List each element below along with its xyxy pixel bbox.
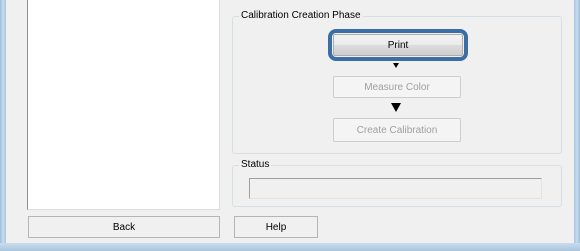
- create-calibration-button-label: Create Calibration: [356, 124, 438, 136]
- window-frame-bottom: [0, 243, 580, 251]
- window-frame-left: [0, 0, 6, 251]
- left-list-pane[interactable]: [27, 0, 220, 210]
- window-frame-right: [574, 0, 580, 251]
- back-button-label: Back: [112, 221, 136, 233]
- measure-color-button-label: Measure Color: [364, 81, 430, 93]
- status-title: Status: [239, 159, 272, 171]
- arrow-down-icon: [393, 63, 399, 68]
- measure-color-button[interactable]: Measure Color: [333, 76, 461, 98]
- status-field: [249, 178, 542, 199]
- back-button[interactable]: Back: [28, 216, 220, 238]
- help-button[interactable]: Help: [234, 216, 318, 238]
- create-calibration-button[interactable]: Create Calibration: [333, 118, 461, 142]
- help-button-label: Help: [265, 221, 287, 233]
- print-button[interactable]: Print: [333, 34, 463, 56]
- calibration-phase-title: Calibration Creation Phase: [239, 10, 363, 22]
- dialog-window: Calibration Creation Phase Print Measure…: [0, 0, 580, 251]
- arrow-down-icon: [391, 103, 401, 112]
- print-button-label: Print: [387, 39, 409, 51]
